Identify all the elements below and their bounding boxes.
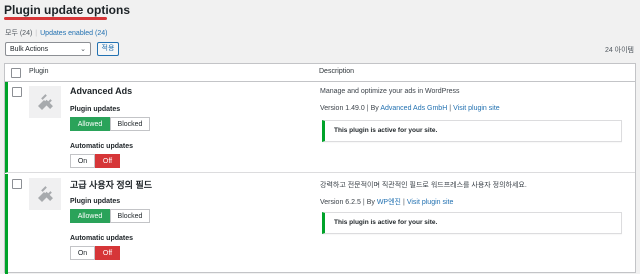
plugin-meta: Version 6.2.5 | By WP엔진 | Visit plugin site bbox=[320, 199, 454, 206]
plugin-description: 강력하고 전문적이며 직관적인 필드로 워드프레스를 사용자 정의하세요. bbox=[320, 182, 527, 189]
title-underline bbox=[4, 17, 107, 20]
row-checkbox[interactable] bbox=[12, 179, 22, 189]
plugin-name: Advanced Ads bbox=[70, 86, 133, 96]
plugin-meta: Version 1.49.0 | By Advanced Ads GmbH | Visi… bbox=[320, 105, 500, 112]
plugin-updates-label: Plugin updates bbox=[70, 106, 121, 113]
table-header: Plugin Description bbox=[5, 64, 635, 82]
allowed-button[interactable]: Allowed bbox=[70, 117, 110, 131]
select-all-checkbox[interactable] bbox=[11, 68, 21, 78]
plugin-updates-toggle: Allowed Blocked bbox=[70, 209, 150, 223]
active-notice: This plugin is active for your site. bbox=[322, 120, 622, 142]
automatic-updates-label: Automatic updates bbox=[70, 143, 134, 150]
column-plugin: Plugin bbox=[29, 68, 49, 75]
apply-button[interactable]: 적용 bbox=[97, 42, 119, 56]
blocked-button[interactable]: Blocked bbox=[110, 117, 150, 131]
plugins-table: Plugin Description Advanced Ads Plugin u… bbox=[4, 63, 636, 274]
plugin-updates-label: Plugin updates bbox=[70, 198, 121, 205]
table-row: Advanced Ads Plugin updates Allowed Bloc… bbox=[5, 82, 635, 173]
status-filters: 모두 (24) | Updates enabled (24) bbox=[5, 30, 108, 37]
blocked-button[interactable]: Blocked bbox=[110, 209, 150, 223]
automatic-updates-label: Automatic updates bbox=[70, 235, 134, 242]
plugin-name: 고급 사용자 정의 필드 bbox=[70, 180, 153, 190]
off-button[interactable]: Off bbox=[95, 246, 120, 260]
visit-plugin-site-link[interactable]: Visit plugin site bbox=[407, 199, 454, 206]
table-row: 고급 사용자 정의 필드 Plugin updates Allowed Bloc… bbox=[5, 174, 635, 274]
on-button[interactable]: On bbox=[70, 154, 95, 168]
chevron-down-icon: ⌄ bbox=[80, 46, 86, 53]
off-button[interactable]: Off bbox=[95, 154, 120, 168]
page-title: Plugin update options bbox=[4, 3, 130, 17]
visit-plugin-site-link[interactable]: Visit plugin site bbox=[453, 105, 500, 112]
automatic-updates-toggle: On Off bbox=[70, 154, 120, 168]
filter-all[interactable]: 모두 (24) bbox=[5, 30, 32, 37]
row-checkbox[interactable] bbox=[12, 87, 22, 97]
column-description: Description bbox=[319, 68, 355, 75]
author-link[interactable]: WP엔진 bbox=[377, 199, 401, 206]
author-link[interactable]: Advanced Ads GmbH bbox=[380, 105, 447, 112]
on-button[interactable]: On bbox=[70, 246, 95, 260]
active-notice: This plugin is active for your site. bbox=[322, 212, 622, 234]
page-header: Plugin update options bbox=[4, 3, 130, 17]
plugin-plug-icon bbox=[29, 178, 61, 210]
plugin-updates-toggle: Allowed Blocked bbox=[70, 117, 150, 131]
item-count: 24 아이템 bbox=[604, 47, 634, 54]
automatic-updates-toggle: On Off bbox=[70, 246, 120, 260]
plugin-plug-icon bbox=[29, 86, 61, 118]
bulk-actions-select[interactable]: Bulk Actions ⌄ bbox=[5, 42, 91, 56]
plugin-description: Manage and optimize your ads in WordPres… bbox=[320, 88, 460, 95]
filter-updates-enabled[interactable]: Updates enabled (24) bbox=[40, 30, 107, 37]
allowed-button[interactable]: Allowed bbox=[70, 209, 110, 223]
